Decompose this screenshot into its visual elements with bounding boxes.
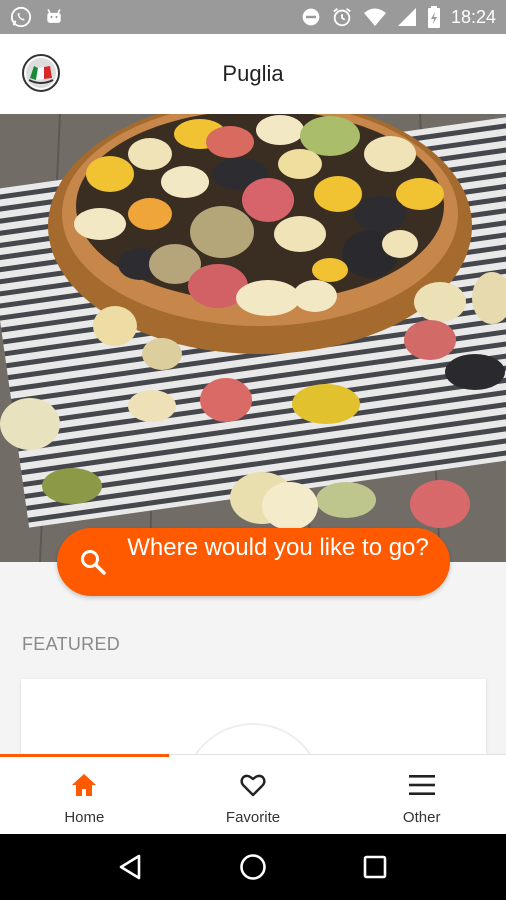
alarm-icon (333, 8, 351, 27)
nav-item-home[interactable]: Home (0, 755, 169, 834)
battery-icon (427, 6, 440, 28)
status-time: 18:24 (450, 6, 496, 27)
hero-image (0, 114, 506, 562)
signal-icon (397, 8, 416, 26)
nav-label-home: Home (64, 809, 105, 826)
nav-item-favorite[interactable]: Favorite (169, 755, 338, 834)
status-bar: 18:24 (0, 0, 506, 34)
search-icon (81, 550, 106, 575)
android-icon (47, 9, 61, 23)
featured-card[interactable] (21, 679, 486, 759)
recents-icon[interactable] (360, 852, 390, 882)
italy-flag-logo[interactable] (22, 54, 60, 92)
nav-label-other: Other (402, 809, 441, 826)
system-navigation-bar (0, 834, 506, 900)
back-icon[interactable] (116, 852, 146, 882)
nav-label-favorite: Favorite (225, 809, 281, 826)
heart-icon (240, 774, 266, 797)
page-title: Puglia (222, 61, 284, 86)
do-not-disturb-icon (302, 8, 320, 26)
app-screen: 18:24 Puglia Where would you like to go?… (0, 0, 506, 900)
app-bar: Puglia (0, 34, 506, 114)
nav-item-other[interactable]: Other (337, 755, 506, 834)
home-icon (72, 774, 97, 796)
search-label: Where would you like to go? (127, 534, 429, 561)
home-circle-icon[interactable] (238, 852, 268, 882)
bottom-navigation: Home Favorite Other (0, 754, 506, 834)
wifi-icon (363, 8, 386, 26)
whatsapp-icon (10, 6, 32, 28)
menu-icon (408, 775, 435, 795)
search-button[interactable]: Where would you like to go? (57, 528, 450, 596)
featured-heading: FEATURED (22, 634, 121, 654)
